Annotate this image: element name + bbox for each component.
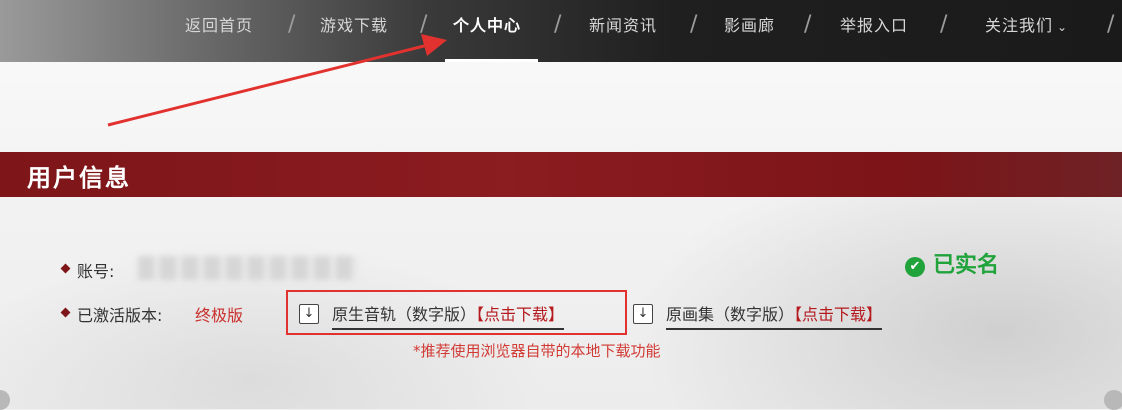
download-note: *推荐使用浏览器自带的本地下载功能 xyxy=(413,342,661,360)
edition-value: 终极版 xyxy=(195,306,244,325)
account-label: 账号: xyxy=(77,262,115,281)
verification-status: ✔ 已实名 xyxy=(905,251,999,279)
download-action: 【点击下载】 xyxy=(794,305,883,324)
download-artbook-link[interactable]: 原画集（数字版）【点击下载】 xyxy=(666,301,883,330)
verification-status-text: 已实名 xyxy=(933,252,1000,278)
section-title: 用户信息 xyxy=(27,163,131,192)
annotation-highlight-box xyxy=(286,290,627,335)
carousel-next-button[interactable] xyxy=(1104,390,1122,410)
download-icon[interactable]: ↓ xyxy=(633,304,653,324)
download-item-name: 原画集（数字版） xyxy=(666,305,795,324)
section-header: 用户信息 xyxy=(0,152,1122,197)
check-circle-icon: ✔ xyxy=(905,257,925,277)
edition-label: 已激活版本: xyxy=(77,306,163,325)
account-value-redacted xyxy=(138,256,358,280)
